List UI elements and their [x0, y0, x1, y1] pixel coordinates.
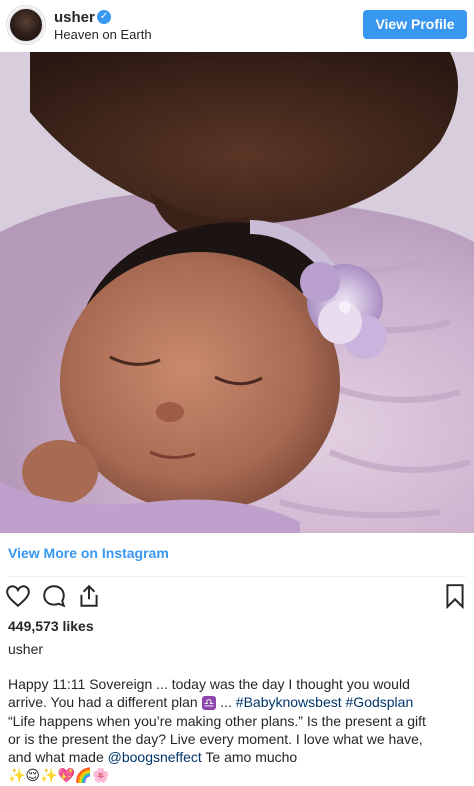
caption-line: “Life happens when you’re making other p…	[8, 713, 426, 729]
caption-username[interactable]: usher	[8, 641, 43, 657]
action-bar	[0, 583, 474, 613]
caption-line: and what made @boogsneffect Te amo mucho	[8, 748, 468, 766]
location-label[interactable]: Heaven on Earth	[54, 27, 152, 42]
libra-emoji-icon: ♎	[201, 696, 217, 710]
likes-count[interactable]: 449,573 likes	[8, 618, 94, 634]
caption-text: and what made	[8, 749, 108, 765]
username[interactable]: usher	[54, 9, 95, 26]
divider	[8, 576, 466, 577]
heart-icon[interactable]	[5, 583, 31, 609]
hashtag-link[interactable]: #Godsplan	[346, 694, 414, 710]
comment-icon[interactable]	[41, 583, 67, 609]
caption-line: or is the present the day? Live every mo…	[8, 731, 423, 747]
post-photo[interactable]	[0, 52, 474, 533]
caption-text: arrive. You had a different plan	[8, 694, 202, 710]
avatar[interactable]	[8, 7, 44, 43]
view-more-link[interactable]: View More on Instagram	[8, 545, 169, 561]
caption-emoji-line: ✨😌✨💖🌈🌸	[8, 767, 110, 783]
verified-badge-icon: ✓	[97, 10, 111, 24]
hashtag-link[interactable]: #Babyknowsbest	[236, 694, 342, 710]
post-photo-illustration	[0, 52, 474, 533]
post-header: usher ✓ Heaven on Earth View Profile	[0, 0, 474, 52]
caption-line: arrive. You had a different plan ♎ ... #…	[8, 693, 468, 712]
caption-line: Happy 11:11 Sovereign ... today was the …	[8, 676, 410, 692]
share-icon[interactable]	[76, 583, 102, 609]
caption-text: ...	[216, 694, 236, 710]
post-caption: Happy 11:11 Sovereign ... today was the …	[8, 675, 468, 784]
view-profile-button[interactable]: View Profile	[363, 10, 467, 39]
mention-link[interactable]: @boogsneffect	[108, 749, 202, 765]
bookmark-icon[interactable]	[442, 583, 468, 609]
caption-text: Te amo mucho	[201, 749, 298, 765]
